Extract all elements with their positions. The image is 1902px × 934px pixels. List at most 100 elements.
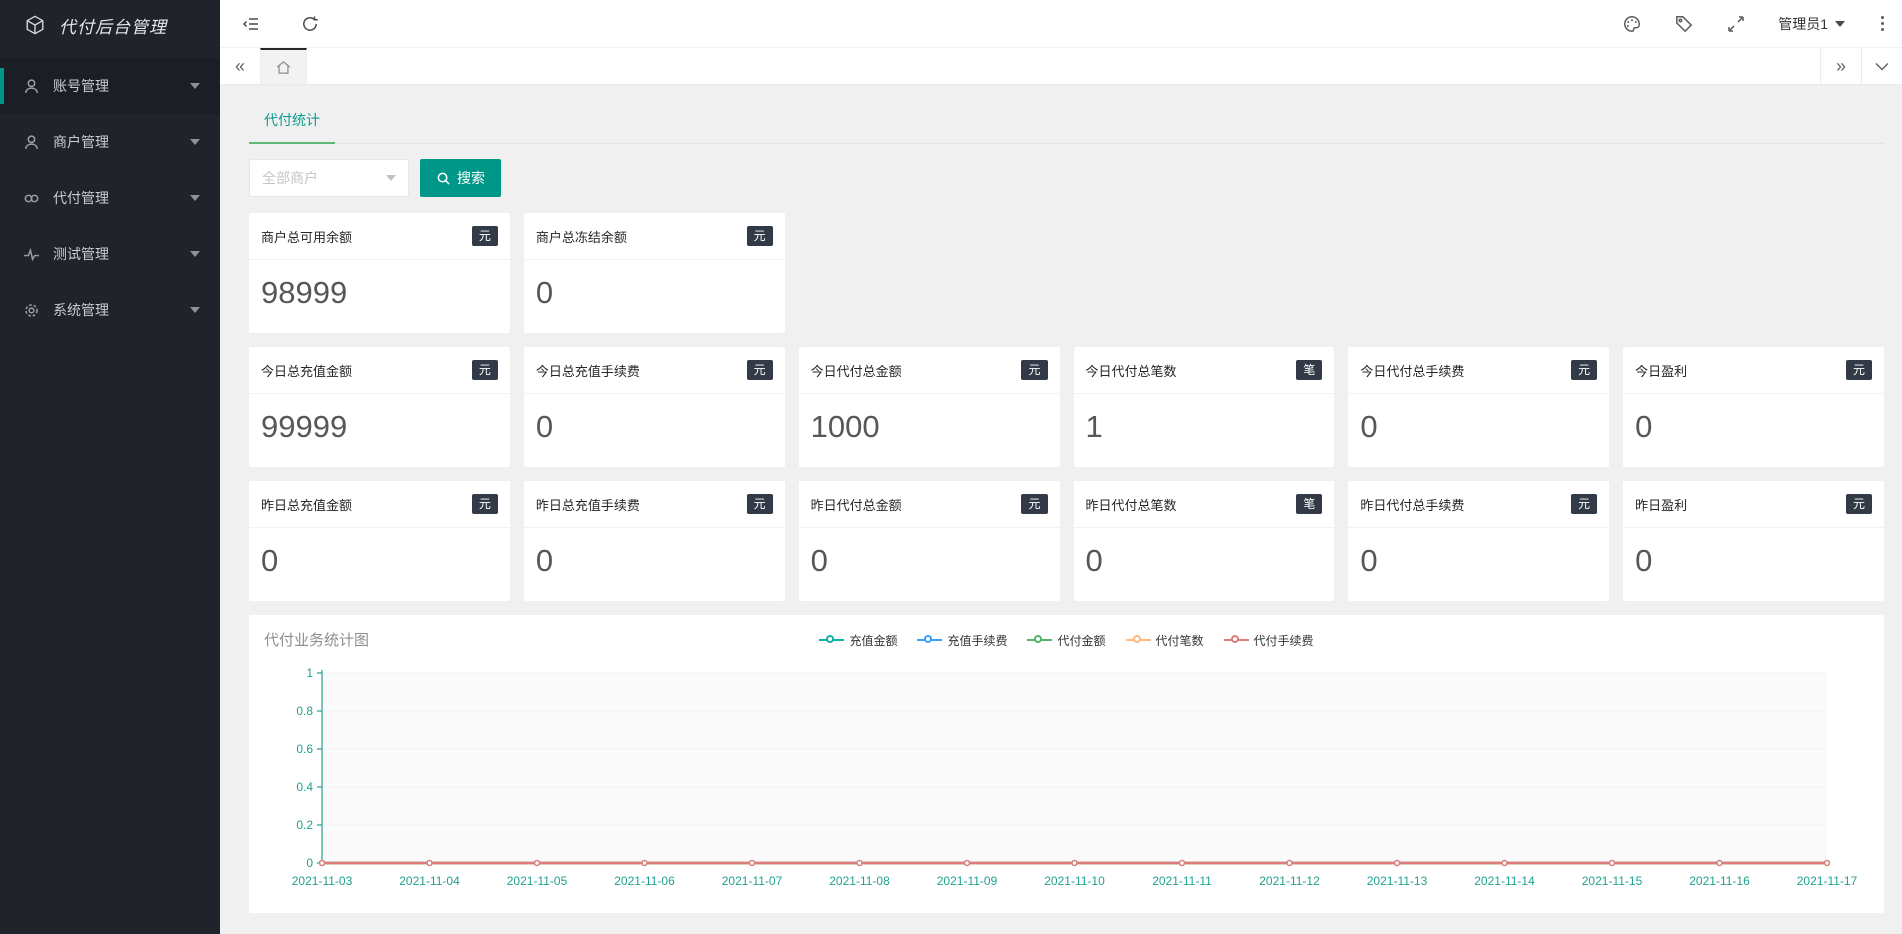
svg-text:0.4: 0.4 bbox=[296, 780, 313, 794]
chevron-down-icon bbox=[386, 175, 396, 181]
svg-text:1: 1 bbox=[306, 666, 313, 680]
svg-text:2021-11-11: 2021-11-11 bbox=[1152, 874, 1212, 888]
stat-card: 昨日总充值手续费 元 0 bbox=[524, 481, 785, 601]
home-icon bbox=[275, 59, 292, 76]
tab-home[interactable] bbox=[260, 48, 307, 84]
stat-card: 昨日代付总笔数笔 0 bbox=[1074, 481, 1335, 601]
svg-text:0.2: 0.2 bbox=[296, 818, 313, 832]
sidebar-item-label: 代付管理 bbox=[53, 188, 109, 208]
stat-card: 商户总冻结余额元 0 bbox=[524, 213, 785, 333]
stat-card: 今日总充值手续费元 0 bbox=[524, 347, 785, 467]
tabbar: « » bbox=[220, 48, 1902, 85]
app-logo: 代付后台管理 bbox=[0, 0, 220, 50]
legend-item[interactable]: 充值手续费 bbox=[917, 632, 1007, 649]
stat-card: 昨日盈利 元 0 bbox=[1623, 481, 1884, 601]
stat-card: 今日总充值金额元 99999 bbox=[249, 347, 510, 467]
sidebar-item-payment[interactable]: 代付管理 bbox=[0, 170, 220, 226]
chevron-down-icon bbox=[190, 251, 200, 257]
unit-badge: 元 bbox=[472, 360, 498, 380]
stat-card: 今日代付总手续费元 0 bbox=[1348, 347, 1609, 467]
card-value: 98999 bbox=[249, 260, 510, 333]
svg-text:2021-11-12: 2021-11-12 bbox=[1259, 874, 1320, 888]
sidebar: 代付后台管理 账号管理 商户管理 代付管理 测试管理 系统管理 bbox=[0, 0, 220, 934]
chevron-down-icon bbox=[1835, 21, 1845, 27]
legend-label: 代付笔数 bbox=[1156, 632, 1204, 649]
tabs-scroll-right-icon[interactable]: » bbox=[1820, 48, 1861, 84]
card-value: 1 bbox=[1074, 394, 1335, 467]
svg-text:0.8: 0.8 bbox=[296, 704, 313, 718]
legend-marker-icon bbox=[1224, 635, 1249, 645]
card-value: 0 bbox=[249, 528, 510, 601]
sidebar-item-merchant[interactable]: 商户管理 bbox=[0, 114, 220, 170]
cube-icon bbox=[24, 14, 46, 36]
svg-text:2021-11-03: 2021-11-03 bbox=[292, 874, 353, 888]
cards-row-2: 今日总充值金额元 99999 今日总充值手续费元 0 今日代付总金额元 1000… bbox=[249, 347, 1884, 467]
tabs-scroll-left-icon[interactable]: « bbox=[220, 48, 260, 84]
merchant-select[interactable]: 全部商户 bbox=[249, 159, 409, 197]
fullscreen-icon[interactable] bbox=[1726, 14, 1746, 34]
merchant-select-placeholder: 全部商户 bbox=[262, 168, 318, 188]
filter-row: 全部商户 搜索 bbox=[249, 159, 1884, 197]
sidebar-item-account[interactable]: 账号管理 bbox=[0, 58, 220, 114]
sidebar-item-system[interactable]: 系统管理 bbox=[0, 282, 220, 338]
unit-badge: 元 bbox=[1021, 494, 1047, 514]
chevron-down-icon bbox=[190, 83, 200, 89]
stat-card: 昨日代付总金额元 0 bbox=[799, 481, 1060, 601]
unit-badge: 元 bbox=[472, 494, 498, 514]
card-value: 0 bbox=[1623, 394, 1884, 467]
card-title: 昨日盈利 bbox=[1635, 495, 1687, 514]
sidebar-item-label: 账号管理 bbox=[53, 76, 109, 96]
theme-palette-icon[interactable] bbox=[1622, 14, 1642, 34]
chevron-down-icon bbox=[190, 139, 200, 145]
stat-card: 商户总可用余额 元 98999 bbox=[249, 213, 510, 333]
merchant-icon bbox=[23, 134, 40, 151]
svg-text:2021-11-17: 2021-11-17 bbox=[1797, 874, 1858, 888]
sidebar-item-test[interactable]: 测试管理 bbox=[0, 226, 220, 282]
main-area: 管理员1 « » 代付统计 全部商户 搜索 bbox=[220, 0, 1902, 934]
card-value: 0 bbox=[799, 528, 1060, 601]
legend-marker-icon bbox=[917, 635, 942, 645]
card-value: 0 bbox=[524, 528, 785, 601]
card-title: 今日代付总笔数 bbox=[1086, 361, 1177, 380]
tab-payment-stats[interactable]: 代付统计 bbox=[249, 110, 335, 144]
tabs-menu-icon[interactable] bbox=[1861, 48, 1902, 84]
card-title: 昨日总充值手续费 bbox=[536, 495, 640, 514]
card-title: 昨日代付总笔数 bbox=[1086, 495, 1177, 514]
panel-tabs: 代付统计 bbox=[249, 110, 1884, 144]
search-button[interactable]: 搜索 bbox=[420, 159, 501, 197]
unit-badge: 元 bbox=[747, 494, 773, 514]
svg-text:2021-11-04: 2021-11-04 bbox=[399, 874, 460, 888]
unit-badge: 元 bbox=[472, 226, 498, 246]
chevron-down-icon bbox=[190, 195, 200, 201]
svg-text:2021-11-16: 2021-11-16 bbox=[1689, 874, 1750, 888]
card-title: 商户总可用余额 bbox=[261, 227, 352, 246]
unit-badge: 元 bbox=[1846, 494, 1872, 514]
more-options-icon[interactable] bbox=[1877, 14, 1888, 33]
legend-marker-icon bbox=[819, 635, 844, 645]
card-value: 0 bbox=[1623, 528, 1884, 601]
collapse-sidebar-icon[interactable] bbox=[242, 14, 262, 34]
card-title: 昨日总充值金额 bbox=[261, 495, 352, 514]
chart-legend: 充值金额 充值手续费 代付金额 代付笔数 代付手续费 bbox=[267, 629, 1866, 651]
unit-badge: 元 bbox=[1571, 360, 1597, 380]
unit-badge: 元 bbox=[747, 360, 773, 380]
admin-menu[interactable]: 管理员1 bbox=[1778, 14, 1845, 34]
svg-text:2021-11-08: 2021-11-08 bbox=[829, 874, 890, 888]
legend-marker-icon bbox=[1027, 635, 1052, 645]
tag-icon[interactable] bbox=[1674, 14, 1694, 34]
legend-label: 充值金额 bbox=[849, 632, 897, 649]
legend-item[interactable]: 代付金额 bbox=[1027, 632, 1105, 649]
refresh-icon[interactable] bbox=[300, 14, 320, 34]
card-value: 0 bbox=[1348, 528, 1609, 601]
chart-panel: 代付业务统计图 充值金额充值手续费代付金额代付笔数代付手续费 00.20.40.… bbox=[249, 615, 1884, 913]
cards-row-1: 商户总可用余额 元 98999 商户总冻结余额元 0 bbox=[249, 213, 1884, 333]
card-title: 今日总充值手续费 bbox=[536, 361, 640, 380]
legend-item[interactable]: 代付手续费 bbox=[1224, 632, 1314, 649]
legend-label: 代付金额 bbox=[1057, 632, 1105, 649]
legend-label: 代付手续费 bbox=[1254, 632, 1314, 649]
link-icon bbox=[23, 190, 40, 207]
legend-item[interactable]: 代付笔数 bbox=[1126, 632, 1204, 649]
sidebar-item-label: 商户管理 bbox=[53, 132, 109, 152]
svg-text:0.6: 0.6 bbox=[296, 742, 313, 756]
legend-item[interactable]: 充值金额 bbox=[819, 632, 897, 649]
